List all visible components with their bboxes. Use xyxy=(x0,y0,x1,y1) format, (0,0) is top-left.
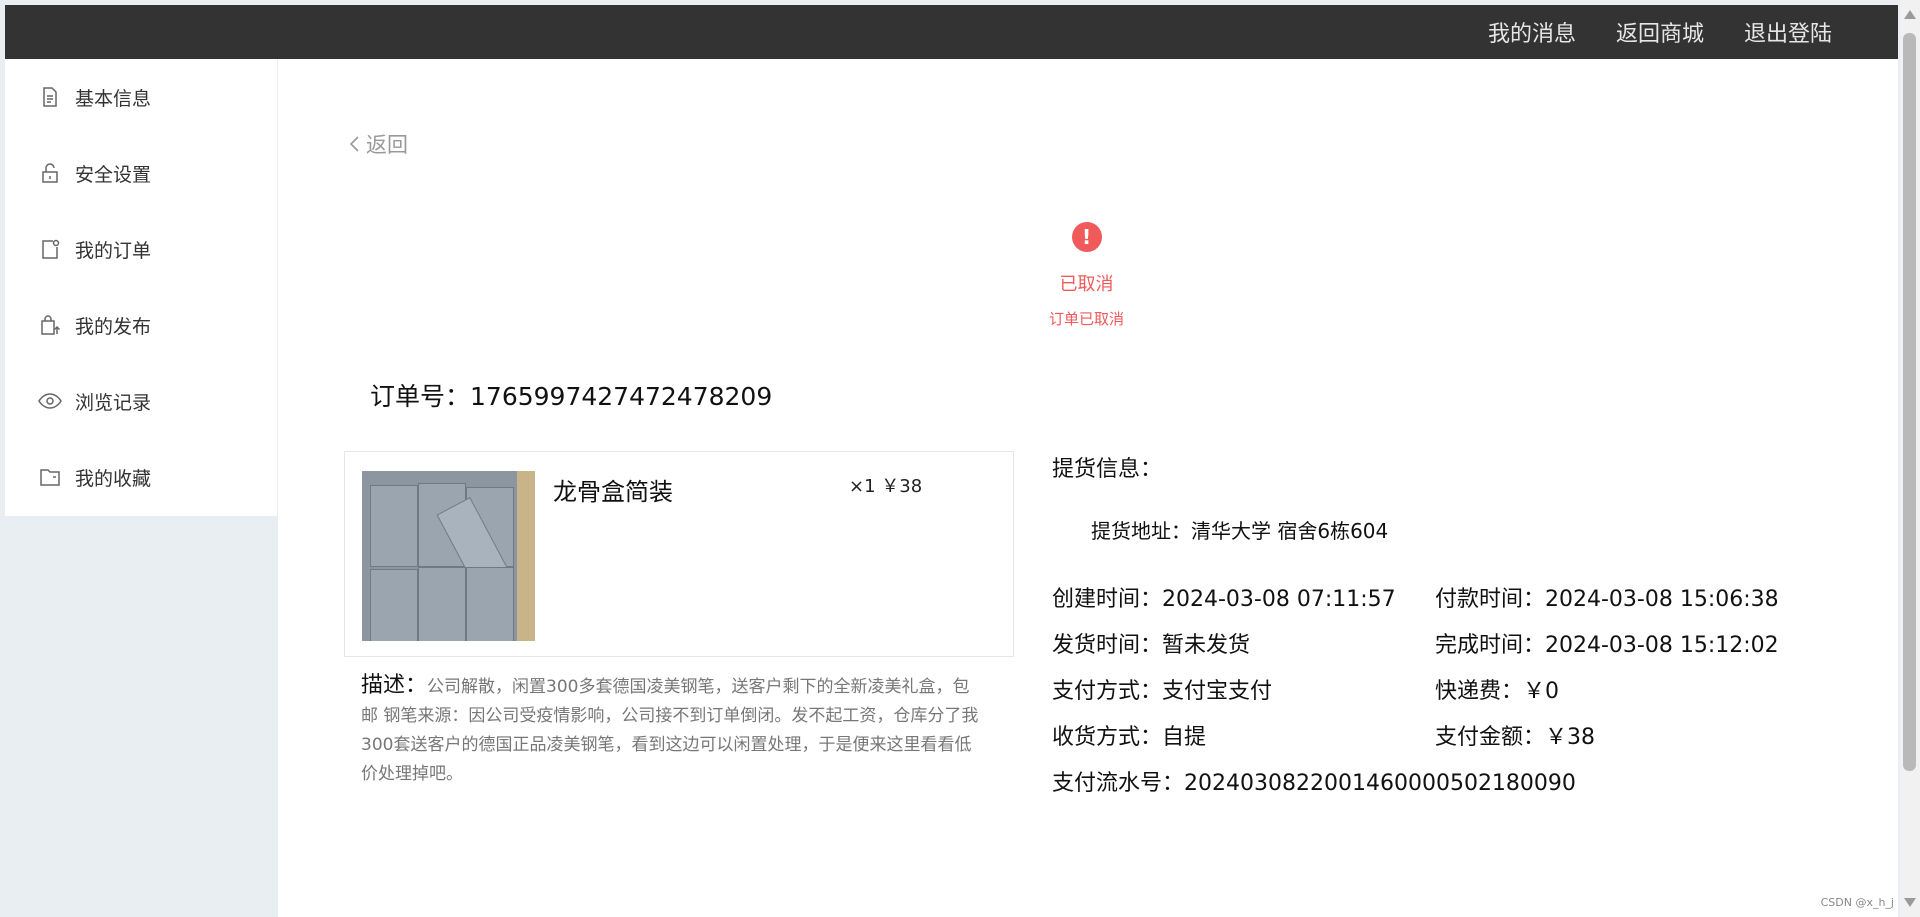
warning-icon: ! xyxy=(1071,222,1102,252)
created-time: 创建时间：2024-03-08 07:11:57 xyxy=(1052,587,1396,612)
info-row: 收货方式：自提 支付金额：￥38 xyxy=(1052,719,1595,751)
sidebar-item-orders[interactable]: 我的订单 xyxy=(5,211,277,287)
lock-icon xyxy=(37,160,63,186)
info-row: 支付方式：支付宝支付 快递费：￥0 xyxy=(1052,673,1559,705)
info-row: 支付流水号：2024030822001460000502180090 xyxy=(1052,765,1576,797)
page-scrollbar[interactable] xyxy=(1900,0,1920,917)
product-card: 龙骨盒简装 ×1 ￥38 xyxy=(344,451,1014,657)
info-row: 发货时间：暂未发货 完成时间：2024-03-08 15:12:02 xyxy=(1052,627,1779,659)
product-qty-price: ×1 ￥38 xyxy=(849,476,923,497)
folder-icon xyxy=(37,464,63,490)
product-name: 龙骨盒简装 xyxy=(553,478,673,506)
chevron-left-icon xyxy=(349,136,359,152)
product-description: 描述：公司解散，闲置300多套德国凌美钢笔，送客户剩下的全新凌美礼盒，包邮 钢笔… xyxy=(361,671,979,789)
completed-time: 完成时间：2024-03-08 15:12:02 xyxy=(1435,633,1779,658)
sidebar-item-published[interactable]: 我的发布 xyxy=(5,287,277,363)
top-bar: 我的消息 返回商城 退出登陆 xyxy=(5,5,1898,59)
pickup-address: 提货地址：清华大学 宿舍6栋604 xyxy=(1091,519,1389,543)
sidebar-item-label: 浏览记录 xyxy=(75,391,152,414)
sidebar-item-label: 基本信息 xyxy=(75,87,152,110)
logout-link[interactable]: 退出登陆 xyxy=(1744,16,1832,48)
sidebar: 基本信息 安全设置 我的订单 我的发布 浏览记录 我的收藏 xyxy=(5,59,278,516)
back-to-shop-link[interactable]: 返回商城 xyxy=(1616,16,1704,48)
sidebar-item-label: 安全设置 xyxy=(75,163,152,186)
back-button[interactable]: 返回 xyxy=(348,129,408,159)
shipping-fee: 快递费：￥0 xyxy=(1435,679,1559,704)
order-icon xyxy=(37,236,63,262)
paid-time: 付款时间：2024-03-08 15:06:38 xyxy=(1435,587,1779,612)
scroll-up-arrow-icon[interactable] xyxy=(1904,10,1916,19)
pickup-info-title: 提货信息： xyxy=(1052,457,1163,482)
description-label: 描述： xyxy=(361,673,428,698)
shipped-time: 发货时间：暂未发货 xyxy=(1052,633,1251,658)
upload-bag-icon xyxy=(37,312,63,338)
description-text: 公司解散，闲置300多套德国凌美钢笔，送客户剩下的全新凌美礼盒，包邮 钢笔来源：… xyxy=(361,677,979,784)
status-title: 已取消 xyxy=(1059,274,1114,295)
order-number-label: 订单号： xyxy=(370,382,471,411)
sidebar-item-label: 我的收藏 xyxy=(75,467,152,490)
sidebar-item-history[interactable]: 浏览记录 xyxy=(5,363,277,439)
watermark: CSDN @x_h_j xyxy=(1820,896,1894,909)
receive-method: 收货方式：自提 xyxy=(1052,725,1207,750)
status-subtitle: 订单已取消 xyxy=(1048,310,1124,328)
eye-icon xyxy=(37,388,63,414)
order-status: ! 已取消 订单已取消 xyxy=(278,222,1895,329)
order-number-value: 1765997427472478209 xyxy=(470,382,773,411)
sidebar-item-label: 我的订单 xyxy=(75,239,152,262)
my-messages-link[interactable]: 我的消息 xyxy=(1488,16,1576,48)
sidebar-item-security[interactable]: 安全设置 xyxy=(5,135,277,211)
info-row: 创建时间：2024-03-08 07:11:57 付款时间：2024-03-08… xyxy=(1052,581,1779,613)
document-icon xyxy=(37,84,63,110)
sidebar-item-favorites[interactable]: 我的收藏 xyxy=(5,439,277,515)
order-detail-panel: 返回 ! 已取消 订单已取消 订单号：1765997427472478209 龙… xyxy=(278,59,1898,917)
top-nav: 我的消息 返回商城 退出登陆 xyxy=(1488,5,1832,59)
product-image[interactable] xyxy=(362,471,535,641)
sidebar-item-label: 我的发布 xyxy=(75,315,152,338)
payment-serial: 支付流水号：2024030822001460000502180090 xyxy=(1052,771,1576,796)
payment-amount: 支付金额：￥38 xyxy=(1435,725,1595,750)
sidebar-item-basic-info[interactable]: 基本信息 xyxy=(5,59,277,135)
payment-method: 支付方式：支付宝支付 xyxy=(1052,679,1273,704)
scroll-thumb[interactable] xyxy=(1903,33,1916,771)
order-number: 订单号：1765997427472478209 xyxy=(370,377,772,413)
scroll-down-arrow-icon[interactable] xyxy=(1904,898,1916,907)
back-label: 返回 xyxy=(366,133,408,157)
